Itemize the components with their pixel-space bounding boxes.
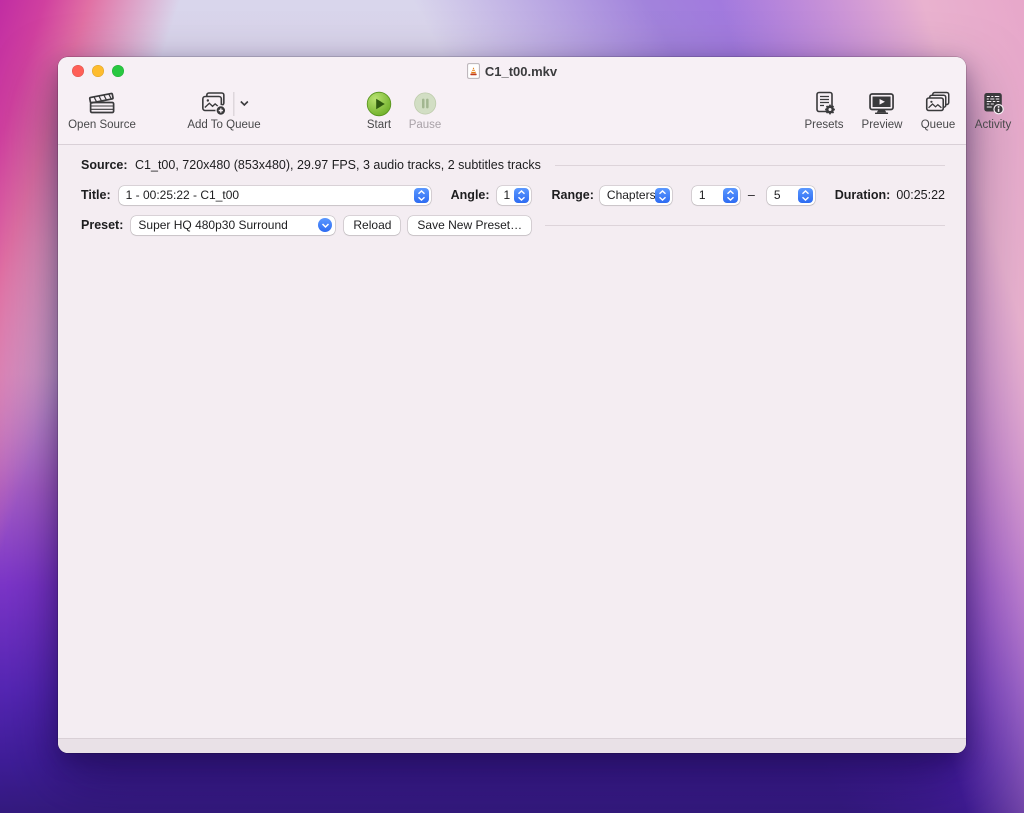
source-label: Source: bbox=[81, 158, 128, 172]
toolbar-queue[interactable]: Queue bbox=[920, 88, 956, 131]
range-type-value: Chapters bbox=[606, 188, 656, 202]
chevron-down-icon[interactable] bbox=[239, 100, 249, 107]
source-summary-row: Source: C1_t00, 720x480 (853x480), 29.97… bbox=[58, 154, 966, 176]
chevron-up-down-icon bbox=[654, 187, 670, 203]
clapperboard-icon bbox=[86, 88, 118, 119]
angle-select[interactable]: 1 bbox=[496, 185, 531, 205]
reload-button[interactable]: Reload bbox=[344, 215, 401, 235]
chapter-to-select[interactable]: 5 bbox=[766, 185, 815, 205]
handbrake-window: C1_t00.mkv Open Source Add To Queue Star… bbox=[58, 57, 1011, 753]
title-row: Title: 1 - 00:25:22 - C1_t00 Angle: 1 Ra… bbox=[58, 184, 966, 206]
document-file-icon bbox=[466, 63, 480, 79]
window-title-text: C1_t00.mkv bbox=[484, 63, 558, 79]
range-label: Range: bbox=[551, 188, 594, 202]
minimize-button[interactable] bbox=[92, 65, 104, 77]
chevron-down-icon bbox=[318, 218, 333, 232]
chevron-up-down-icon bbox=[413, 187, 429, 203]
presets-icon bbox=[810, 88, 838, 119]
toolbar-preview[interactable]: Preview bbox=[861, 88, 903, 131]
window-title: C1_t00.mkv bbox=[466, 63, 558, 79]
toolbar-pause-label: Pause bbox=[408, 119, 442, 131]
toolbar-presets-label: Presets bbox=[804, 119, 844, 131]
preset-select-value: Super HQ 480p30 Surround bbox=[138, 218, 288, 232]
chevron-up-down-icon bbox=[513, 187, 529, 203]
toolbar-open-source[interactable]: Open Source bbox=[68, 88, 136, 131]
toolbar-presets[interactable]: Presets bbox=[805, 88, 844, 131]
add-to-queue-icon bbox=[198, 88, 228, 119]
main-content: Source: C1_t00, 720x480 (853x480), 29.97… bbox=[58, 145, 966, 236]
title-select[interactable]: 1 - 00:25:22 - C1_t00 bbox=[118, 185, 431, 205]
preset-label: Preset: bbox=[81, 218, 124, 232]
angle-select-value: 1 bbox=[503, 188, 511, 202]
status-bar bbox=[58, 738, 966, 753]
toolbar: Open Source Add To Queue Start Pause Pre… bbox=[58, 85, 1011, 145]
range-dash: – bbox=[747, 188, 755, 202]
angle-label: Angle: bbox=[450, 188, 490, 202]
reload-button-label: Reload bbox=[353, 218, 392, 232]
source-value: C1_t00, 720x480 (853x480), 29.97 FPS, 3 … bbox=[135, 158, 541, 172]
toolbar-pause: Pause bbox=[408, 88, 442, 131]
toolbar-add-to-queue-label: Add To Queue bbox=[187, 119, 261, 131]
title-select-value: 1 - 00:25:22 - C1_t00 bbox=[125, 188, 240, 202]
queue-icon bbox=[923, 88, 953, 119]
range-type-select[interactable]: Chapters bbox=[599, 185, 672, 205]
save-new-preset-label: Save New Preset… bbox=[417, 218, 523, 232]
activity-icon bbox=[979, 88, 1007, 119]
preview-icon bbox=[867, 88, 897, 119]
toolbar-add-to-queue[interactable]: Add To Queue bbox=[187, 88, 261, 131]
toolbar-activity-label: Activity bbox=[974, 119, 1012, 131]
toolbar-start[interactable]: Start bbox=[366, 88, 392, 131]
traffic-lights bbox=[72, 65, 124, 77]
chevron-up-down-icon bbox=[722, 187, 738, 203]
zoom-button[interactable] bbox=[112, 65, 124, 77]
save-new-preset-button[interactable]: Save New Preset… bbox=[408, 215, 532, 235]
separator-line bbox=[545, 224, 945, 226]
toolbar-preview-label: Preview bbox=[861, 119, 903, 131]
toolbar-queue-label: Queue bbox=[920, 119, 956, 131]
duration-value: 00:25:22 bbox=[896, 188, 945, 202]
chapter-from-select[interactable]: 1 bbox=[691, 185, 740, 205]
pause-icon bbox=[412, 88, 437, 119]
chapter-from-value: 1 bbox=[698, 188, 706, 202]
toolbar-open-source-label: Open Source bbox=[68, 119, 136, 131]
separator-line bbox=[554, 164, 945, 166]
close-button[interactable] bbox=[72, 65, 84, 77]
title-label: Title: bbox=[81, 188, 111, 202]
chevron-up-down-icon bbox=[797, 187, 813, 203]
chapter-to-value: 5 bbox=[773, 188, 781, 202]
titlebar[interactable]: C1_t00.mkv bbox=[58, 57, 966, 85]
toolbar-divider bbox=[233, 91, 235, 116]
preset-select[interactable]: Super HQ 480p30 Surround bbox=[131, 215, 336, 235]
start-icon bbox=[366, 88, 392, 119]
toolbar-start-label: Start bbox=[366, 119, 392, 131]
toolbar-activity[interactable]: Activity bbox=[975, 88, 1011, 131]
preset-row: Preset: Super HQ 480p30 Surround Reload … bbox=[58, 214, 966, 236]
duration-label: Duration: bbox=[834, 188, 891, 202]
